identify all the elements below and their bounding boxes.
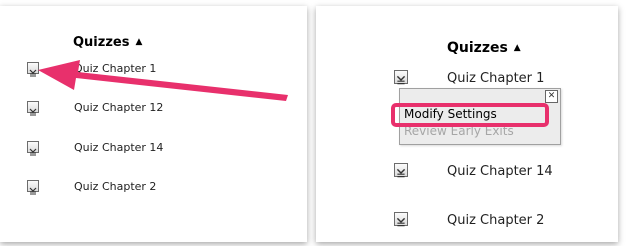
quiz-list-panel-left: Quizzes ▲ Quiz Chapter 1 Quiz Chapter 12 …: [0, 6, 307, 242]
quiz-name[interactable]: Quiz Chapter 2: [74, 180, 156, 193]
quiz-icon[interactable]: [27, 62, 39, 77]
quizzes-column-header[interactable]: Quizzes ▲: [447, 40, 521, 56]
highlight-box: [391, 103, 549, 127]
quiz-icon[interactable]: [394, 163, 408, 178]
sort-ascending-icon[interactable]: ▲: [135, 37, 142, 47]
quiz-row: Quiz Chapter 14: [316, 161, 618, 185]
quiz-row: Quiz Chapter 12: [0, 99, 307, 123]
quiz-icon[interactable]: [27, 180, 39, 195]
quiz-icon[interactable]: [27, 141, 39, 156]
quiz-row: Quiz Chapter 14: [0, 139, 307, 163]
sort-ascending-icon[interactable]: ▲: [514, 43, 521, 53]
quiz-row: Quiz Chapter 2: [0, 178, 307, 202]
quiz-icon[interactable]: [27, 101, 39, 116]
quiz-row: Quiz Chapter 1: [0, 60, 307, 84]
quiz-name[interactable]: Quiz Chapter 12: [74, 101, 163, 114]
quiz-name[interactable]: Quiz Chapter 1: [74, 62, 156, 75]
close-icon[interactable]: ✕: [545, 90, 558, 103]
quiz-icon[interactable]: [394, 212, 408, 227]
quiz-name[interactable]: Quiz Chapter 1: [447, 71, 544, 86]
quiz-name[interactable]: Quiz Chapter 2: [447, 213, 544, 228]
quiz-icon[interactable]: [394, 70, 408, 85]
quiz-name[interactable]: Quiz Chapter 14: [74, 141, 163, 154]
quizzes-header-label: Quizzes: [447, 40, 508, 56]
quiz-name[interactable]: Quiz Chapter 14: [447, 164, 553, 179]
quiz-row: Quiz Chapter 2: [316, 210, 618, 234]
quizzes-header-label: Quizzes: [73, 35, 130, 50]
quizzes-column-header[interactable]: Quizzes ▲: [73, 35, 142, 50]
